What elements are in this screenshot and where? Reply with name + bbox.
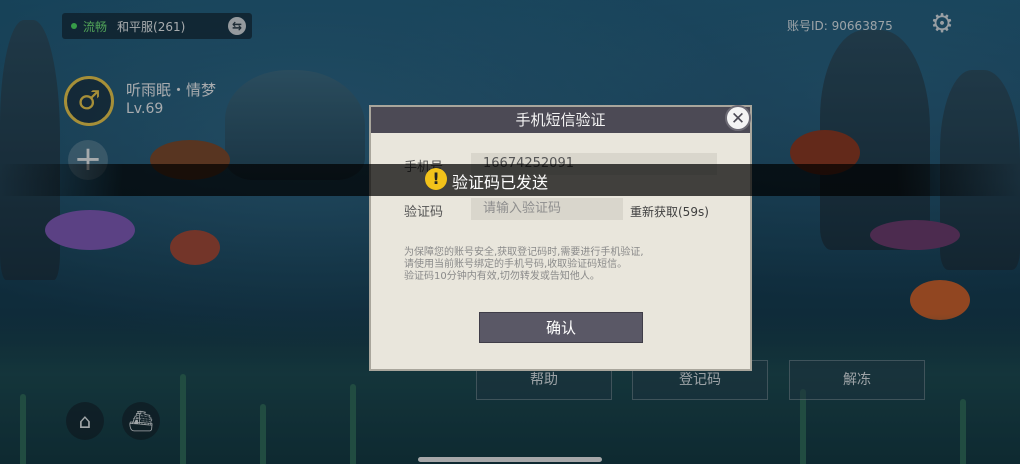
toast-message: 验证码已发送 bbox=[452, 173, 549, 192]
warning-icon: ! bbox=[425, 168, 447, 190]
resend-button[interactable]: 重新获取(59s) bbox=[630, 203, 709, 220]
close-icon[interactable]: ✕ bbox=[725, 105, 751, 131]
notice-line: 请使用当前账号绑定的手机号码,收取验证码短信。 bbox=[404, 259, 628, 270]
security-notice: 为保障您的账号安全,获取登记码时,需要进行手机验证, 请使用当前账号绑定的手机号… bbox=[404, 247, 734, 283]
notice-line: 验证码10分钟内有效,切勿转发或告知他人。 bbox=[404, 271, 600, 282]
dialog-title: 手机短信验证 bbox=[371, 107, 750, 133]
notice-line: 为保障您的账号安全,获取登记码时,需要进行手机验证, bbox=[404, 247, 644, 258]
code-label: 验证码 bbox=[404, 205, 444, 220]
confirm-button[interactable]: 确认 bbox=[479, 312, 643, 343]
code-input[interactable]: 请输入验证码 bbox=[471, 198, 623, 220]
